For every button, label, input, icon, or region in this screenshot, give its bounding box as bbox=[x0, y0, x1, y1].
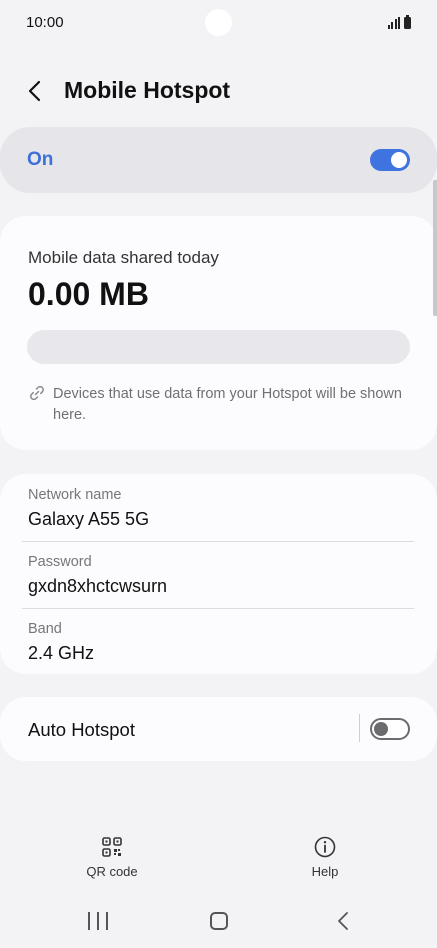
chevron-left-icon bbox=[28, 80, 41, 102]
usage-label: Mobile data shared today bbox=[28, 248, 219, 267]
network-name-label: Network name bbox=[28, 487, 122, 503]
system-nav-bar bbox=[0, 900, 437, 944]
back-button[interactable] bbox=[18, 74, 52, 108]
qr-code-label: QR code bbox=[86, 864, 138, 879]
status-icons bbox=[387, 15, 411, 29]
status-time: 10:00 bbox=[26, 14, 64, 31]
link-icon bbox=[30, 385, 44, 401]
network-settings-card: Network name Galaxy A55 5G Password gxdn… bbox=[0, 474, 437, 674]
page-title: Mobile Hotspot bbox=[64, 77, 231, 103]
divider bbox=[359, 714, 360, 742]
usage-note: Devices that use data from your Hotspot … bbox=[53, 386, 402, 423]
band-label: Band bbox=[28, 621, 62, 637]
recent-apps-button[interactable] bbox=[88, 912, 108, 932]
data-usage-card: Mobile data shared today 0.00 MB Devices… bbox=[0, 216, 437, 450]
usage-progress-bar bbox=[27, 330, 410, 364]
qr-code-icon bbox=[102, 837, 122, 857]
auto-hotspot-toggle[interactable] bbox=[370, 718, 410, 740]
network-name-row[interactable]: Network name Galaxy A55 5G bbox=[0, 474, 437, 541]
password-row[interactable]: Password gxdn8xhctcwsurn bbox=[0, 541, 437, 608]
app-header: Mobile Hotspot bbox=[0, 62, 437, 120]
battery-icon bbox=[404, 15, 411, 29]
nav-back-button[interactable] bbox=[332, 910, 354, 932]
help-label: Help bbox=[311, 864, 339, 879]
usage-value: 0.00 MB bbox=[28, 276, 149, 312]
password-label: Password bbox=[28, 554, 92, 570]
master-switch-label: On bbox=[27, 149, 54, 170]
camera-cutout bbox=[205, 9, 232, 36]
status-bar: 10:00 bbox=[0, 0, 437, 46]
qr-code-button[interactable]: QR code bbox=[62, 836, 162, 886]
auto-hotspot-row[interactable]: Auto Hotspot bbox=[0, 697, 437, 761]
band-row[interactable]: Band 2.4 GHz bbox=[0, 608, 437, 675]
network-name-value: Galaxy A55 5G bbox=[28, 509, 150, 529]
toggle-knob bbox=[374, 722, 388, 736]
home-button[interactable] bbox=[210, 912, 228, 930]
help-button[interactable]: Help bbox=[275, 836, 375, 886]
auto-hotspot-label: Auto Hotspot bbox=[28, 719, 135, 740]
band-value: 2.4 GHz bbox=[28, 643, 95, 663]
password-value: gxdn8xhctcwsurn bbox=[28, 576, 168, 596]
scrollbar[interactable] bbox=[433, 180, 437, 316]
toggle-knob bbox=[391, 152, 407, 168]
hotspot-toggle[interactable] bbox=[370, 149, 410, 171]
signal-icon bbox=[387, 17, 400, 29]
info-icon bbox=[314, 836, 336, 858]
hotspot-master-switch-row[interactable]: On bbox=[0, 127, 437, 193]
